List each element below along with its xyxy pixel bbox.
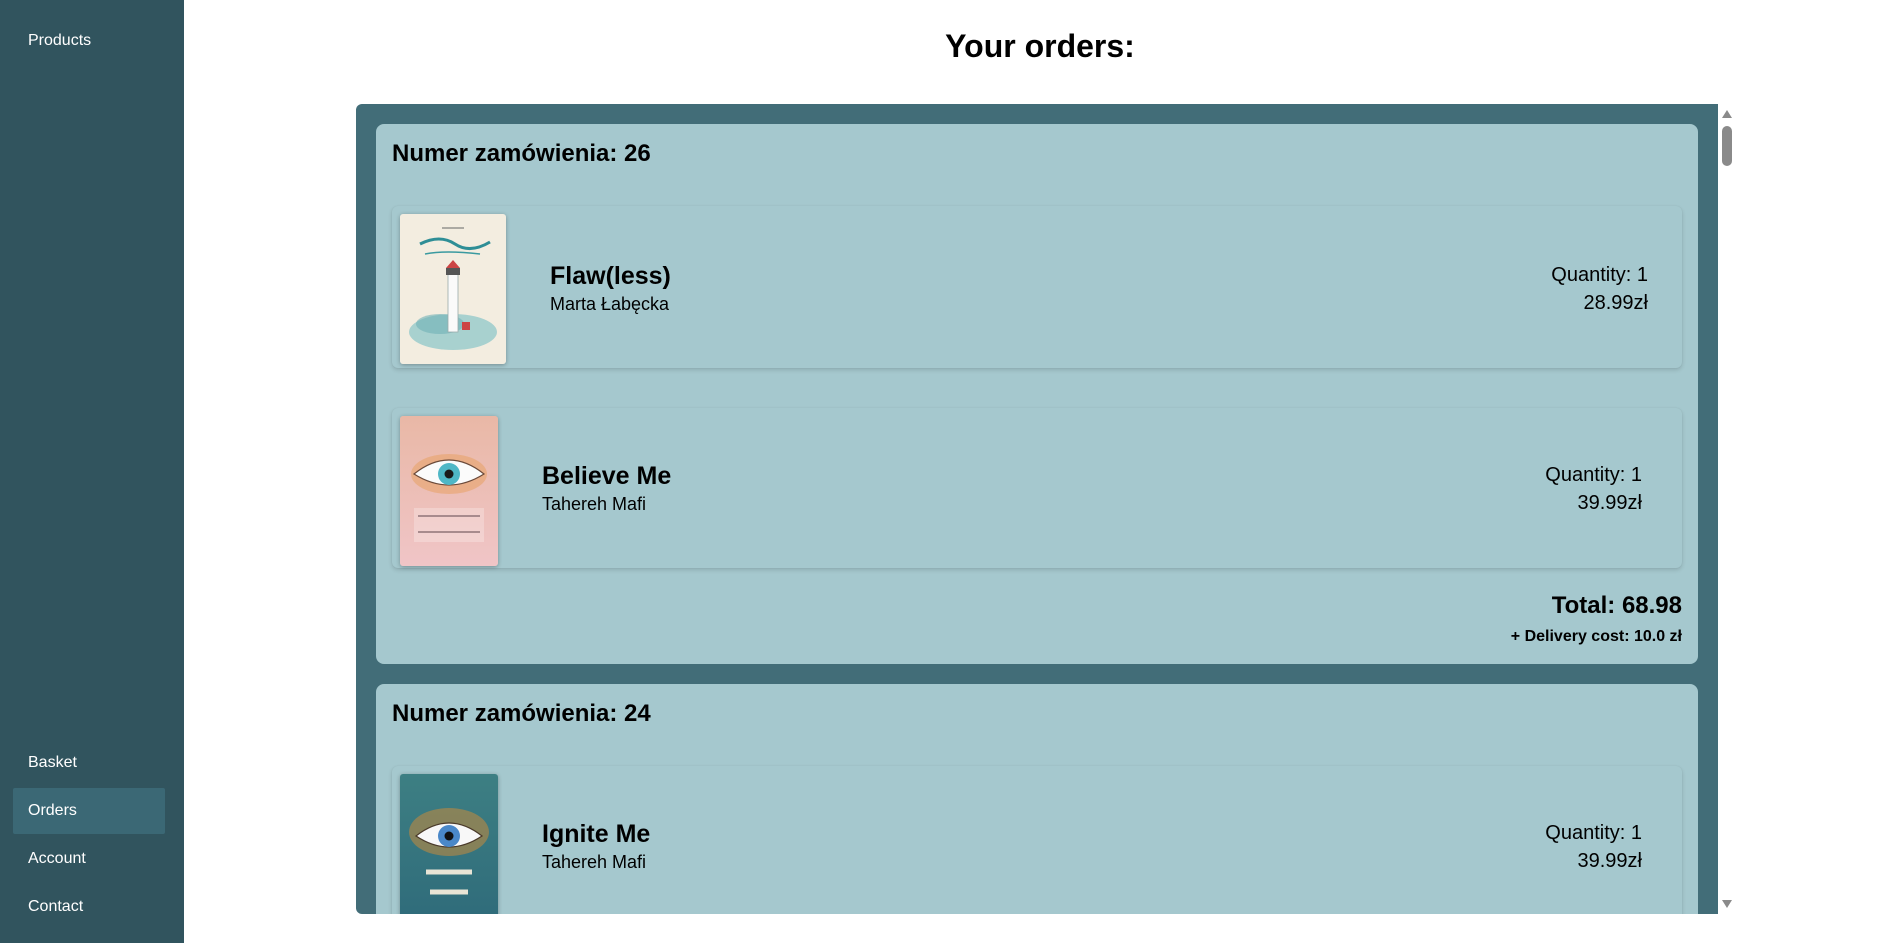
delivery-cost: + Delivery cost: 10.0 zł	[1510, 628, 1682, 645]
nav-basket[interactable]: Basket	[13, 740, 165, 786]
item-quantity: Quantity: 1	[1551, 264, 1648, 286]
book-author: Tahereh Mafi	[542, 852, 647, 872]
scroll-down-icon[interactable]	[1722, 900, 1732, 908]
order-card: Numer zamówienia: 24 Ignite Me Tahereh M…	[376, 684, 1698, 914]
orders-scrollbar[interactable]	[1718, 104, 1736, 914]
orders-list[interactable]: Numer zamówienia: 26 Flaw(less) Marta Ła…	[356, 104, 1718, 914]
order-item: Believe Me Tahereh Mafi Quantity: 1 39.9…	[392, 408, 1682, 568]
scroll-up-icon[interactable]	[1722, 110, 1732, 118]
eye-book-cover[interactable]	[400, 416, 498, 566]
page-title: Your orders:	[945, 28, 1135, 64]
item-quantity: Quantity: 1	[1545, 464, 1642, 486]
order-item: Ignite Me Tahereh Mafi Quantity: 1 39.99…	[392, 766, 1682, 914]
nav-contact[interactable]: Contact	[13, 884, 165, 930]
item-price: 39.99zł	[1577, 850, 1643, 872]
eye-book-cover[interactable]	[400, 774, 498, 914]
item-price: 39.99zł	[1577, 492, 1643, 514]
book-title[interactable]: Ignite Me	[542, 820, 650, 849]
nav-orders[interactable]: Orders	[13, 788, 165, 834]
order-number: Numer zamówienia: 26	[392, 140, 651, 167]
order-item: Flaw(less) Marta Łabęcka Quantity: 1 28.…	[392, 206, 1682, 368]
book-author: Marta Łabęcka	[550, 294, 670, 314]
book-author: Tahereh Mafi	[542, 494, 647, 514]
scroll-thumb[interactable]	[1722, 126, 1732, 166]
order-total: Total: 68.98	[1551, 592, 1682, 619]
nav-products[interactable]: Products	[13, 18, 165, 64]
nav-account[interactable]: Account	[13, 836, 165, 882]
sidebar: Products Basket Orders Account Contact	[0, 0, 184, 943]
order-number: Numer zamówienia: 24	[392, 700, 651, 727]
order-card: Numer zamówienia: 26 Flaw(less) Marta Ła…	[376, 124, 1698, 664]
item-price: 28.99zł	[1583, 292, 1649, 314]
item-quantity: Quantity: 1	[1545, 822, 1642, 844]
book-title[interactable]: Flaw(less)	[550, 262, 671, 291]
lighthouse-book-cover[interactable]	[400, 214, 506, 364]
book-title[interactable]: Believe Me	[542, 462, 671, 491]
